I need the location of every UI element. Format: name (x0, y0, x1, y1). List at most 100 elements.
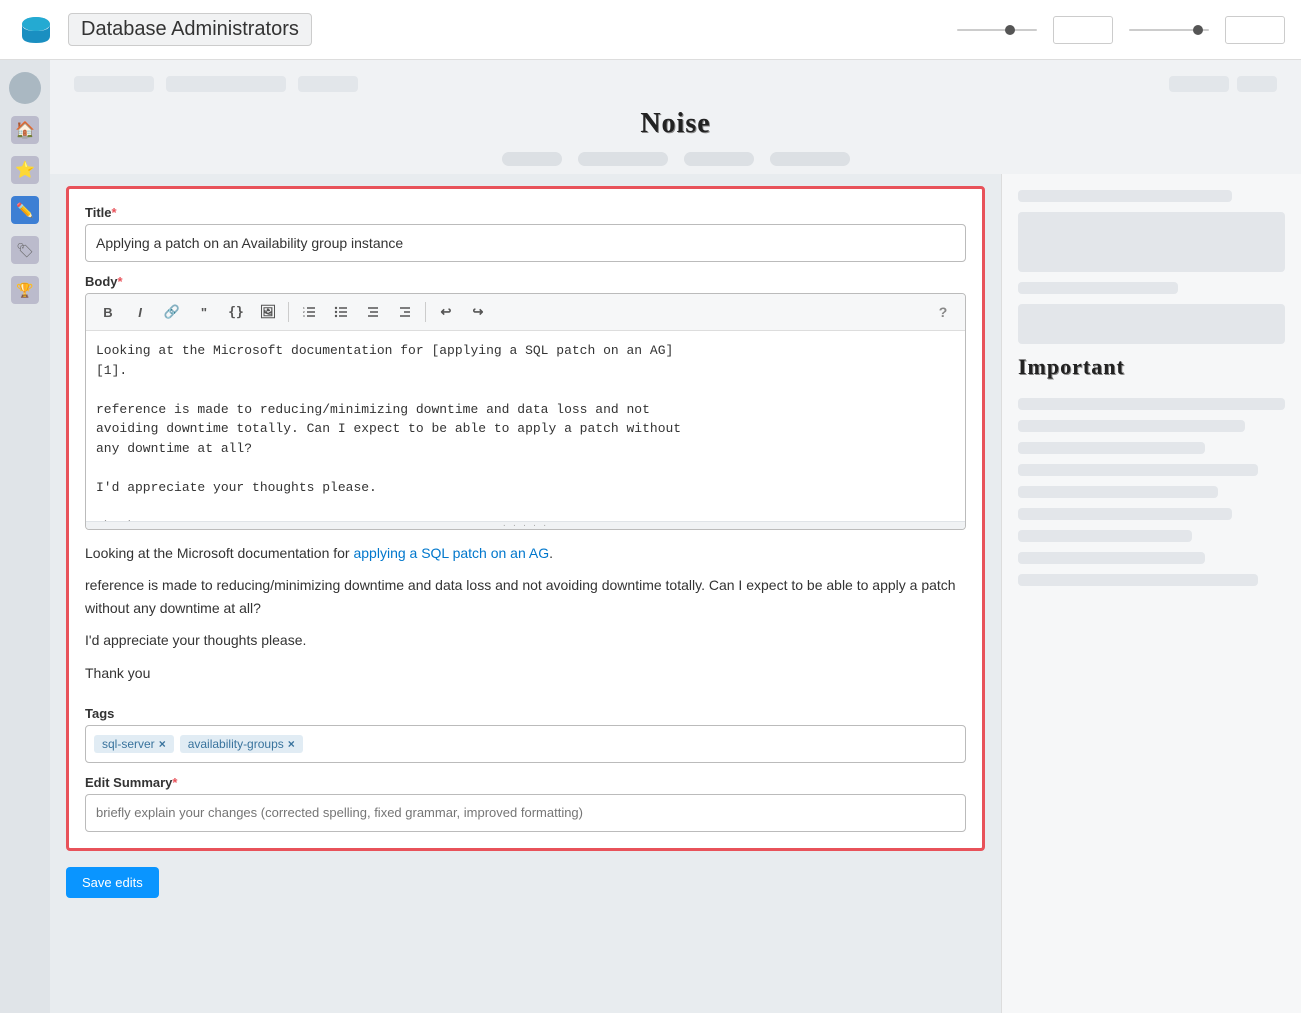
main-layout: 🏠 ⭐ ✏️ 🏷 🏆 Noise (0, 60, 1301, 1013)
rs-blur-1 (1018, 190, 1232, 202)
tag-sql-server: sql-server × (94, 735, 174, 753)
user-avatar (9, 72, 41, 104)
rs-blur-2 (1018, 212, 1285, 272)
sidebar-icon-tag[interactable]: 🏷 (11, 236, 39, 264)
left-sidebar: 🏠 ⭐ ✏️ 🏷 🏆 (0, 60, 50, 1013)
title-required-marker: * (112, 205, 117, 220)
tag-text-sql-server: sql-server (102, 737, 155, 751)
rs-blur-4 (1018, 304, 1285, 344)
nav-blur-1 (74, 76, 154, 92)
toolbar-code[interactable]: {} (222, 298, 250, 326)
content-area: Noise Title* (50, 60, 1301, 1013)
preview-paragraph-3: I'd appreciate your thoughts please. (85, 629, 966, 651)
rs-blur-12 (1018, 552, 1205, 564)
preview-paragraph-2: reference is made to reducing/minimizing… (85, 574, 966, 619)
edit-summary-required-marker: * (172, 775, 177, 790)
slider-track-2[interactable] (1129, 29, 1209, 31)
tag-remove-sql-server[interactable]: × (159, 738, 166, 750)
sidebar-icon-star[interactable]: ⭐ (11, 156, 39, 184)
submit-area: Save edits (66, 867, 985, 898)
editor-textarea[interactable]: Looking at the Microsoft documentation f… (86, 331, 965, 521)
top-nav (50, 76, 1301, 92)
save-edits-button[interactable]: Save edits (66, 867, 159, 898)
slider-thumb-2[interactable] (1193, 25, 1203, 35)
meta-blur-3 (684, 152, 754, 166)
tag-availability-groups: availability-groups × (180, 735, 303, 753)
toolbar-ol[interactable]: 123 (295, 298, 323, 326)
question-edit-form: Title* Body* B I 🔗 (66, 186, 985, 851)
slider-area (957, 16, 1285, 44)
slider-input-2[interactable] (1225, 16, 1285, 44)
preview-paragraph-4: Thank you (85, 662, 966, 684)
slider-thumb-1[interactable] (1005, 25, 1015, 35)
toolbar-divider-2 (425, 302, 426, 322)
title-label: Title* (85, 205, 966, 220)
editor-toolbar: B I 🔗 " {} 🖼 123 (86, 294, 965, 331)
toolbar-indent-left[interactable] (359, 298, 387, 326)
nav-blur-right-2 (1237, 76, 1277, 92)
main-column: Title* Body* B I 🔗 (50, 174, 1001, 1013)
edit-summary-input[interactable] (85, 794, 966, 832)
toolbar-bold[interactable]: B (94, 298, 122, 326)
rs-blur-3 (1018, 282, 1178, 294)
toolbar-italic[interactable]: I (126, 298, 154, 326)
toolbar-image[interactable]: 🖼 (254, 298, 282, 326)
right-sidebar-content: Important (1018, 190, 1285, 586)
site-title: Database Administrators (68, 13, 312, 46)
edit-summary-field-group: Edit Summary* (85, 775, 966, 832)
rs-blur-9 (1018, 486, 1218, 498)
resize-dots: · · · · · (503, 520, 549, 530)
slider-input-1[interactable] (1053, 16, 1113, 44)
title-input[interactable] (85, 224, 966, 262)
right-sidebar-important-title: Important (1018, 354, 1285, 380)
tags-label: Tags (85, 706, 966, 721)
edit-summary-label: Edit Summary* (85, 775, 966, 790)
nav-blur-3 (298, 76, 358, 92)
toolbar-indent-right[interactable] (391, 298, 419, 326)
nav-blur-right-1 (1169, 76, 1229, 92)
sidebar-icon-home[interactable]: 🏠 (11, 116, 39, 144)
preview-link[interactable]: applying a SQL patch on an AG (353, 545, 549, 561)
header-controls (957, 16, 1285, 44)
toolbar-link[interactable]: 🔗 (158, 298, 186, 326)
toolbar-blockquote[interactable]: " (190, 298, 218, 326)
svg-text:3: 3 (303, 314, 305, 318)
header: Database Administrators (0, 0, 1301, 60)
rs-blur-8 (1018, 464, 1258, 476)
toolbar-undo[interactable]: ↩ (432, 298, 460, 326)
title-field-group: Title* (85, 205, 966, 262)
rs-blur-5 (1018, 398, 1285, 410)
toolbar-ul[interactable] (327, 298, 355, 326)
site-logo (16, 10, 56, 50)
editor-resize-handle[interactable]: · · · · · (86, 521, 965, 529)
body-required-marker: * (118, 274, 123, 289)
meta-blur-1 (502, 152, 562, 166)
rs-blur-10 (1018, 508, 1232, 520)
rs-blur-6 (1018, 420, 1245, 432)
sidebar-icon-edit[interactable]: ✏️ (11, 196, 39, 224)
body-field-group: Body* B I 🔗 " {} 🖼 (85, 274, 966, 530)
tags-field-group: Tags sql-server × availability-groups × (85, 706, 966, 763)
meta-blur-4 (770, 152, 850, 166)
body-label: Body* (85, 274, 966, 289)
toolbar-divider-1 (288, 302, 289, 322)
right-sidebar: Important (1001, 174, 1301, 1013)
toolbar-help[interactable]: ? (929, 298, 957, 326)
meta-blur-2 (578, 152, 668, 166)
body-editor: B I 🔗 " {} 🖼 123 (85, 293, 966, 530)
rs-blur-13 (1018, 574, 1258, 586)
tag-remove-availability-groups[interactable]: × (288, 738, 295, 750)
tags-container[interactable]: sql-server × availability-groups × (85, 725, 966, 763)
slider-track-1[interactable] (957, 29, 1037, 31)
body-preview: Looking at the Microsoft documentation f… (85, 542, 966, 694)
below-top: Title* Body* B I 🔗 (50, 174, 1301, 1013)
sidebar-icon-trophy[interactable]: 🏆 (11, 276, 39, 304)
preview-paragraph-1: Looking at the Microsoft documentation f… (85, 542, 966, 564)
tag-text-availability-groups: availability-groups (188, 737, 284, 751)
page-noise-title: Noise (640, 108, 710, 140)
nav-blur-2 (166, 76, 286, 92)
top-area: Noise (50, 60, 1301, 174)
rs-blur-11 (1018, 530, 1192, 542)
top-meta (502, 152, 850, 166)
toolbar-redo[interactable]: ↪ (464, 298, 492, 326)
